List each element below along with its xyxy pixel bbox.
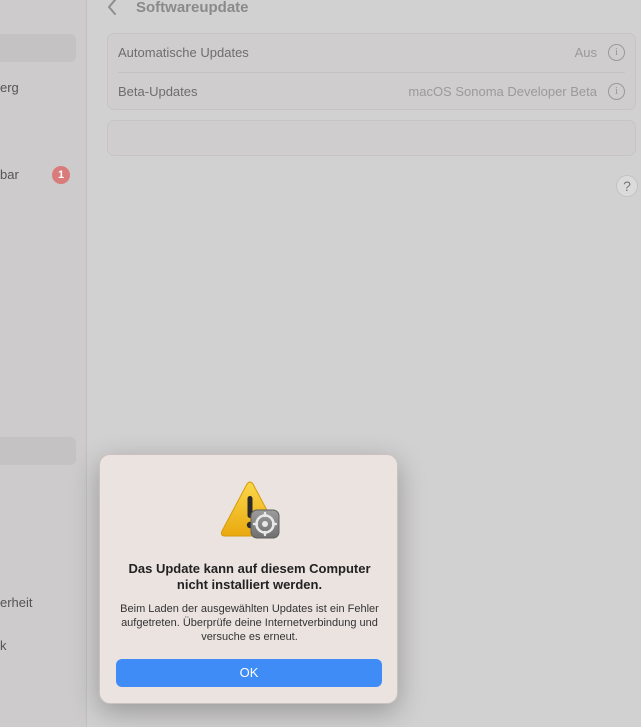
auto-updates-value: Aus [574, 45, 597, 60]
sidebar-item-label: k [0, 638, 7, 653]
sidebar-selected-general[interactable] [0, 437, 76, 465]
beta-updates-label: Beta-Updates [118, 84, 198, 99]
ok-button[interactable]: OK [116, 659, 382, 687]
sidebar-item-2[interactable]: bar [0, 167, 19, 182]
beta-updates-row[interactable]: Beta-Updates macOS Sonoma Developer Beta… [108, 73, 635, 111]
sidebar-item-label: erg [0, 80, 19, 95]
update-status-box [107, 120, 636, 156]
notification-badge: 1 [52, 166, 70, 184]
dialog-title: Das Update kann auf diesem Computer nich… [128, 561, 371, 592]
sidebar: erg bar 1 erheit k [0, 0, 87, 727]
auto-updates-row[interactable]: Automatische Updates Aus i [108, 34, 635, 72]
sidebar-item-label: erheit [0, 595, 33, 610]
sidebar-selected-top[interactable] [0, 34, 76, 62]
page-title: Softwareupdate [136, 0, 249, 16]
dialog-message: Beim Laden der ausgewählten Updates ist … [120, 603, 379, 643]
back-button[interactable] [106, 0, 122, 18]
alert-dialog: Das Update kann auf diesem Computer nich… [99, 454, 398, 704]
auto-updates-label: Automatische Updates [118, 45, 249, 60]
help-button[interactable]: ? [616, 175, 638, 197]
sidebar-item-1[interactable]: erg [0, 80, 19, 95]
sidebar-item-label: bar [0, 167, 19, 182]
settings-group: Automatische Updates Aus i Beta-Updates … [107, 33, 636, 110]
sidebar-item-4[interactable]: k [0, 638, 7, 653]
info-icon[interactable]: i [608, 83, 625, 100]
beta-updates-value: macOS Sonoma Developer Beta [408, 84, 597, 99]
chevron-left-icon [108, 0, 116, 15]
sidebar-item-3[interactable]: erheit [0, 595, 33, 610]
warning-gear-icon [220, 481, 280, 539]
info-icon[interactable]: i [608, 44, 625, 61]
